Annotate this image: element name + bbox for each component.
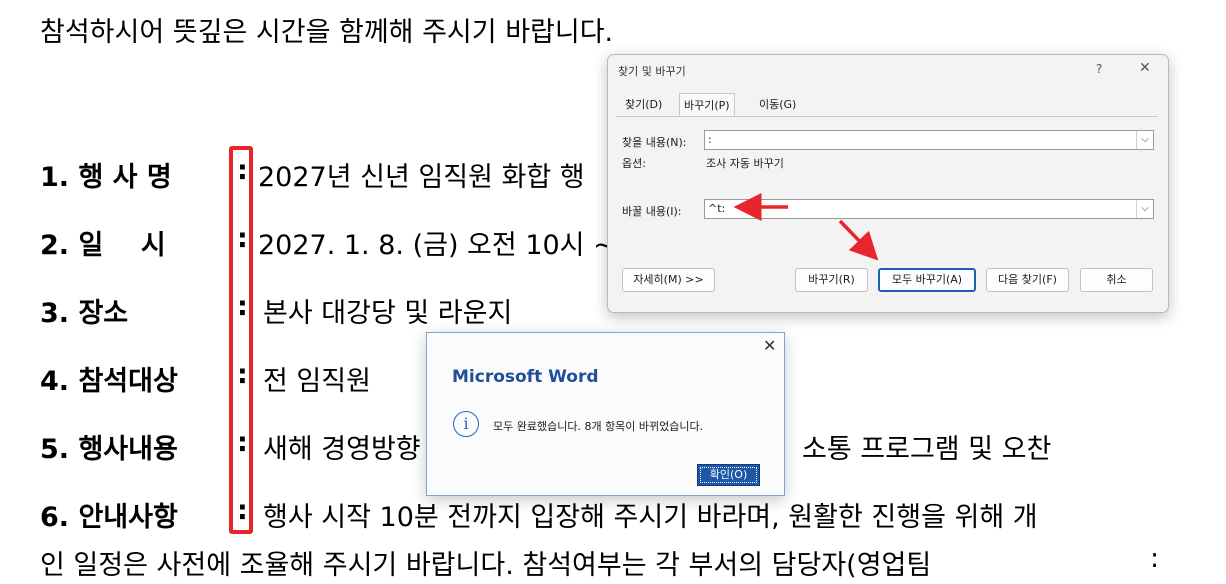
info-icon: i [453, 411, 479, 437]
dialog-title: 찾기 및 바꾸기 [618, 65, 686, 78]
options-value: 조사 자동 바꾸기 [706, 157, 784, 170]
replace-label: 바꿀 내용(I): [622, 205, 682, 218]
item-value-5-tail: 소통 프로그램 및 오찬 [802, 434, 1052, 465]
find-input-value: : [708, 133, 712, 146]
item-value-2: 2027. 1. 8. (금) 오전 10시 ~ [258, 230, 616, 261]
replace-input[interactable]: ^t: ⌵ [704, 199, 1154, 219]
continuation-line: 인 일정은 사전에 조율해 주시기 바랍니다. 참석여부는 각 부서의 담당자(… [40, 550, 932, 581]
options-label: 옵션: [622, 157, 646, 170]
close-icon[interactable]: ✕ [1139, 60, 1151, 76]
message-title: Microsoft Word [452, 367, 599, 387]
more-button[interactable]: 자세히(M) >> [622, 268, 715, 292]
item-label-6: 6. 안내사항 [40, 502, 178, 533]
tab-panel-border [616, 116, 1158, 117]
close-icon[interactable]: ✕ [763, 336, 776, 355]
word-message-box: ✕ Microsoft Word i 모두 완료했습니다. 8개 항목이 바뀌었… [426, 332, 785, 496]
replace-all-button[interactable]: 모두 바꾸기(A) [878, 268, 976, 292]
tab-goto[interactable]: 이동(G) [755, 95, 800, 115]
ok-button[interactable]: 확인(O) [697, 464, 760, 486]
message-text: 모두 완료했습니다. 8개 항목이 바뀌었습니다. [493, 420, 704, 433]
item-label-2: 2. 일 시 [40, 230, 166, 261]
find-label: 찾을 내용(N): [622, 136, 687, 149]
intro-line: 참석하시어 뜻깊은 시간을 함께해 주시기 바랍니다. [40, 17, 614, 48]
item-value-4: 전 임직원 [263, 366, 371, 397]
replace-input-value: ^t: [708, 202, 726, 215]
continuation-colon: : [1150, 543, 1160, 574]
find-replace-dialog: 찾기 및 바꾸기 ? ✕ 찾기(D) 바꾸기(P) 이동(G) 찾을 내용(N)… [607, 54, 1169, 313]
tab-find[interactable]: 찾기(D) [621, 95, 666, 115]
item-value-3: 본사 대강당 및 라운지 [263, 298, 513, 329]
item-label-3: 3. 장소 [40, 298, 129, 329]
item-label-4: 4. 참석대상 [40, 366, 178, 397]
item-value-1: 2027년 신년 임직원 화합 행 [258, 162, 585, 193]
tab-replace[interactable]: 바꾸기(P) [679, 93, 735, 117]
chevron-down-icon[interactable]: ⌵ [1136, 131, 1153, 149]
help-icon[interactable]: ? [1096, 62, 1102, 76]
item-label-1: 1. 행 사 명 [40, 162, 172, 193]
replace-button[interactable]: 바꾸기(R) [795, 268, 868, 292]
item-label-5: 5. 행사내용 [40, 434, 178, 465]
item-value-5: 새해 경영방향 [263, 434, 421, 465]
item-value-6: 행사 시작 10분 전까지 입장해 주시기 바라며, 원활한 진행을 위해 개 [263, 502, 1038, 533]
chevron-down-icon[interactable]: ⌵ [1136, 200, 1153, 218]
colon-highlight-box [229, 146, 253, 534]
cancel-button[interactable]: 취소 [1080, 268, 1153, 292]
find-next-button[interactable]: 다음 찾기(F) [986, 268, 1069, 292]
find-input[interactable]: : ⌵ [704, 130, 1154, 150]
